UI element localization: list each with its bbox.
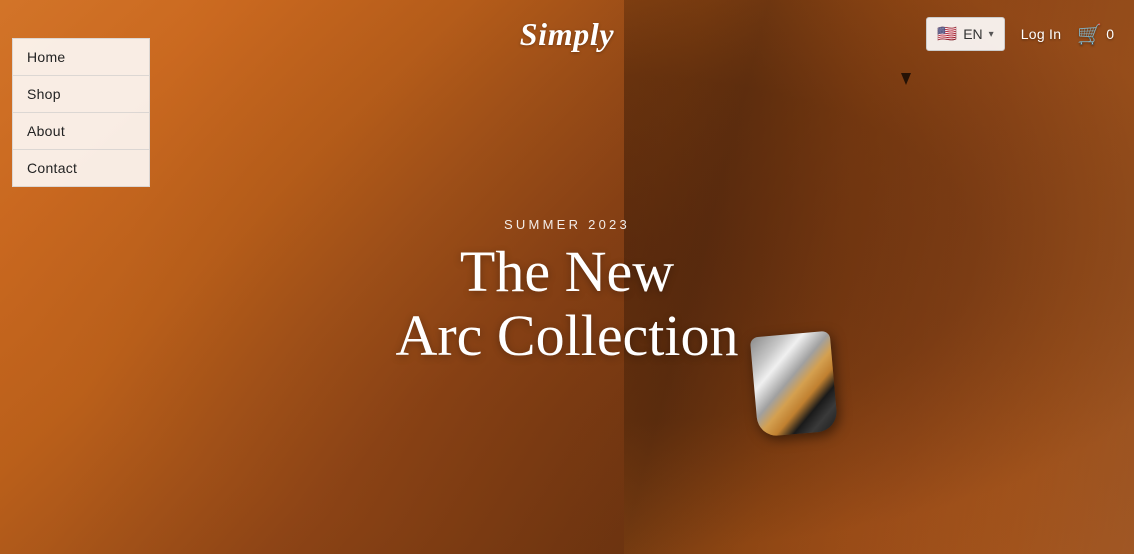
hero-title-line2: Arc Collection [395,304,738,368]
hero-title-line1: The New [395,240,738,304]
header-center: Simply [220,16,914,53]
cart-icon: 🛒 [1077,22,1102,47]
login-button[interactable]: Log In [1021,26,1062,42]
hero-subtitle: SUMMER 2023 [395,217,738,232]
lang-label: EN [963,26,982,42]
flag-icon: 🇺🇸 [937,24,957,44]
chevron-down-icon: ▾ [989,29,994,40]
sidebar-item-about[interactable]: About [12,113,150,150]
sidebar-item-contact[interactable]: Contact [12,150,150,187]
cart-button[interactable]: 🛒 0 [1077,22,1114,47]
earring-decoration [750,331,838,438]
sidebar-item-shop[interactable]: Shop [12,76,150,113]
sidebar-item-home[interactable]: Home [12,38,150,76]
header-right: 🇺🇸 EN ▾ Log In 🛒 0 [914,17,1114,51]
header: Simply 🇺🇸 EN ▾ Log In 🛒 0 [0,0,1134,68]
sidebar-item-contact-label: Contact [27,160,77,176]
sidebar-item-shop-label: Shop [27,86,61,102]
language-selector[interactable]: 🇺🇸 EN ▾ [926,17,1004,51]
sidebar-nav: Home Shop About Contact [12,38,150,187]
brand-logo[interactable]: Simply [520,16,615,53]
sidebar-item-about-label: About [27,123,65,139]
sidebar-item-home-label: Home [27,49,65,65]
cart-count: 0 [1106,26,1114,42]
hero-text-block: SUMMER 2023 The New Arc Collection [395,217,738,368]
